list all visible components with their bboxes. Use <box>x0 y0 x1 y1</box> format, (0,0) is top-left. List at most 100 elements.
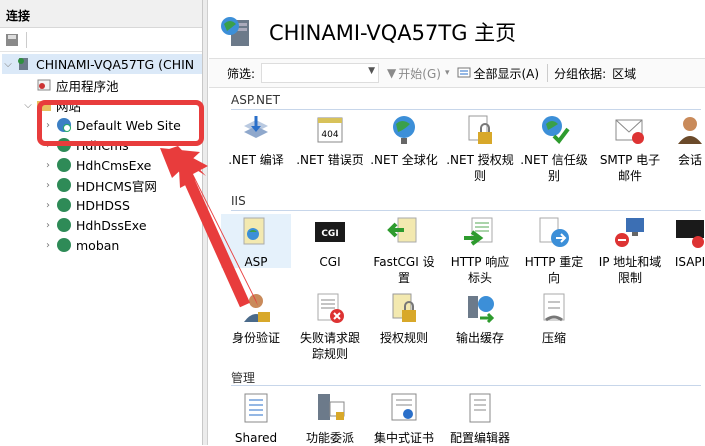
failed-trace-icon <box>317 293 344 323</box>
config-editor-icon <box>469 393 491 423</box>
tree-item-site[interactable]: › HDHDSS <box>42 195 130 215</box>
tree-item-app-pools[interactable]: 应用程序池 <box>22 75 119 95</box>
trust-icon <box>542 116 570 145</box>
http-redirect-feature[interactable]: HTTP 重定向 <box>519 214 589 286</box>
tree-item-site[interactable]: › moban <box>42 235 119 255</box>
error-page-icon: 404 <box>317 117 343 143</box>
home-pane: CHINAMI-VQA57TG 主页 筛选: ▼ ▼ 开始(G) ▾ 全部显示(… <box>209 0 705 445</box>
ip-restriction-icon <box>615 218 644 247</box>
net-compilation-feature[interactable]: .NET 编译 <box>221 112 291 168</box>
failed-request-tracing-feature[interactable]: 失败请求跟踪规则 <box>295 290 365 362</box>
smtp-email-feature[interactable]: SMTP 电子邮件 <box>595 112 665 184</box>
group-by-select[interactable]: 区域 <box>612 65 636 82</box>
output-caching-feature[interactable]: 输出缓存 <box>445 290 515 346</box>
tree-label: 应用程序池 <box>56 78 119 94</box>
section-divider <box>231 385 701 386</box>
expand-icon[interactable]: › <box>42 220 54 231</box>
globe-icon <box>57 158 71 172</box>
tree-label: HdhDssExe <box>76 217 147 233</box>
isapi-icon <box>676 220 704 248</box>
response-headers-icon <box>464 217 493 246</box>
globe-icon <box>57 198 71 212</box>
asp-feature[interactable]: ASP <box>221 214 291 269</box>
centralized-certificates-feature[interactable]: 集中式证书 <box>369 390 439 446</box>
globe-icon <box>393 116 415 144</box>
group-by-label: 分组依据: <box>554 66 607 81</box>
tree-item-site[interactable]: › HDHCMS官网 <box>42 175 157 195</box>
pane-splitter[interactable] <box>203 0 208 445</box>
fastcgi-feature[interactable]: FastCGI 设置 <box>369 214 439 286</box>
annotation-highlight-box <box>37 100 204 146</box>
shared-config-icon <box>244 393 268 423</box>
tree-label: CHINAMI-VQA57TG (CHIN <box>36 56 195 72</box>
connections-toolbar <box>0 28 202 52</box>
cgi-icon: CGI <box>315 222 345 242</box>
tree-label: HDHCMS官网 <box>76 178 157 194</box>
filter-funnel-icon[interactable]: ▼ <box>387 66 396 80</box>
tree-item-site[interactable]: › HdhCmsExe <box>42 155 151 175</box>
expand-icon[interactable]: › <box>42 160 54 171</box>
net-trust-level-feature[interactable]: .NET 信任级别 <box>519 112 589 184</box>
section-manage: 管理 <box>231 371 256 385</box>
configuration-editor-feature[interactable]: 配置编辑器 <box>445 390 515 446</box>
session-feature[interactable]: 会话 <box>665 112 705 168</box>
show-all-icon <box>457 65 471 82</box>
expand-icon[interactable]: › <box>42 240 54 251</box>
authentication-feature[interactable]: 身份验证 <box>221 290 291 346</box>
start-button[interactable]: 开始(G) <box>398 65 441 82</box>
filter-input[interactable]: ▼ <box>261 63 380 83</box>
user-lock-icon <box>244 294 270 322</box>
show-all-button[interactable]: 全部显示(A) <box>473 65 539 82</box>
tree-label: HDHDSS <box>76 197 130 213</box>
shared-config-feature[interactable]: Shared <box>221 390 291 446</box>
net-globalization-feature[interactable]: .NET 全球化 <box>369 112 439 168</box>
dropdown-arrow-icon[interactable]: ▼ <box>368 66 375 76</box>
section-divider <box>231 109 701 110</box>
lock-document-icon <box>392 293 416 322</box>
mail-icon <box>615 119 644 144</box>
tree-label: HdhCmsExe <box>76 157 152 173</box>
filter-label: 筛选: <box>227 66 256 81</box>
start-dropdown-icon[interactable]: ▾ <box>445 68 450 78</box>
cgi-feature[interactable]: CGI CGI <box>295 214 365 270</box>
feature-delegation-feature[interactable]: 功能委派 <box>295 390 365 446</box>
compression-icon <box>543 293 565 322</box>
isapi-feature[interactable]: ISAPI <box>665 214 705 270</box>
expand-icon[interactable]: › <box>42 200 54 211</box>
tree-item-server[interactable]: ⌵ CHINAMI-VQA57TG (CHIN <box>2 54 202 74</box>
redirect-icon <box>539 217 569 247</box>
server-icon <box>18 58 28 70</box>
page-title: CHINAMI-VQA57TG 主页 <box>269 21 517 45</box>
collapse-icon[interactable]: ⌵ <box>2 59 14 70</box>
svg-text:404: 404 <box>321 130 338 140</box>
net-error-pages-feature[interactable]: 404 .NET 错误页 <box>295 112 365 168</box>
http-response-headers-feature[interactable]: HTTP 响应标头 <box>445 214 515 286</box>
collapse-icon[interactable]: ⌵ <box>22 100 34 111</box>
section-aspnet: ASP.NET <box>231 93 280 107</box>
tree-item-site[interactable]: › HdhDssExe <box>42 215 147 235</box>
filter-bar: 筛选: ▼ ▼ 开始(G) ▾ 全部显示(A) 分组依据: 区域 <box>209 58 705 88</box>
fastcgi-icon <box>387 217 417 243</box>
asp-icon <box>243 217 265 245</box>
svg-text:CGI: CGI <box>321 229 338 239</box>
lock-document-icon <box>468 115 492 144</box>
output-cache-icon <box>468 296 495 324</box>
section-iis: IIS <box>231 194 246 208</box>
net-authorization-feature[interactable]: .NET 授权规则 <box>445 112 515 184</box>
compile-icon <box>244 116 268 138</box>
globe-icon <box>57 218 71 232</box>
compression-feature[interactable]: 压缩 <box>519 290 589 346</box>
tree-label: moban <box>76 237 120 253</box>
expand-icon[interactable]: › <box>42 180 54 191</box>
save-icon[interactable] <box>4 32 20 48</box>
authorization-rules-feature[interactable]: 授权规则 <box>369 290 439 346</box>
server-icon <box>221 17 249 46</box>
globe-icon <box>57 178 71 192</box>
delegation-icon <box>318 394 345 420</box>
app-pool-icon <box>37 79 51 91</box>
certificate-icon <box>391 393 417 421</box>
section-divider <box>231 210 701 211</box>
globe-icon <box>57 238 71 252</box>
ip-domain-restrictions-feature[interactable]: IP 地址和域限制 <box>595 214 665 286</box>
user-icon <box>678 117 702 144</box>
